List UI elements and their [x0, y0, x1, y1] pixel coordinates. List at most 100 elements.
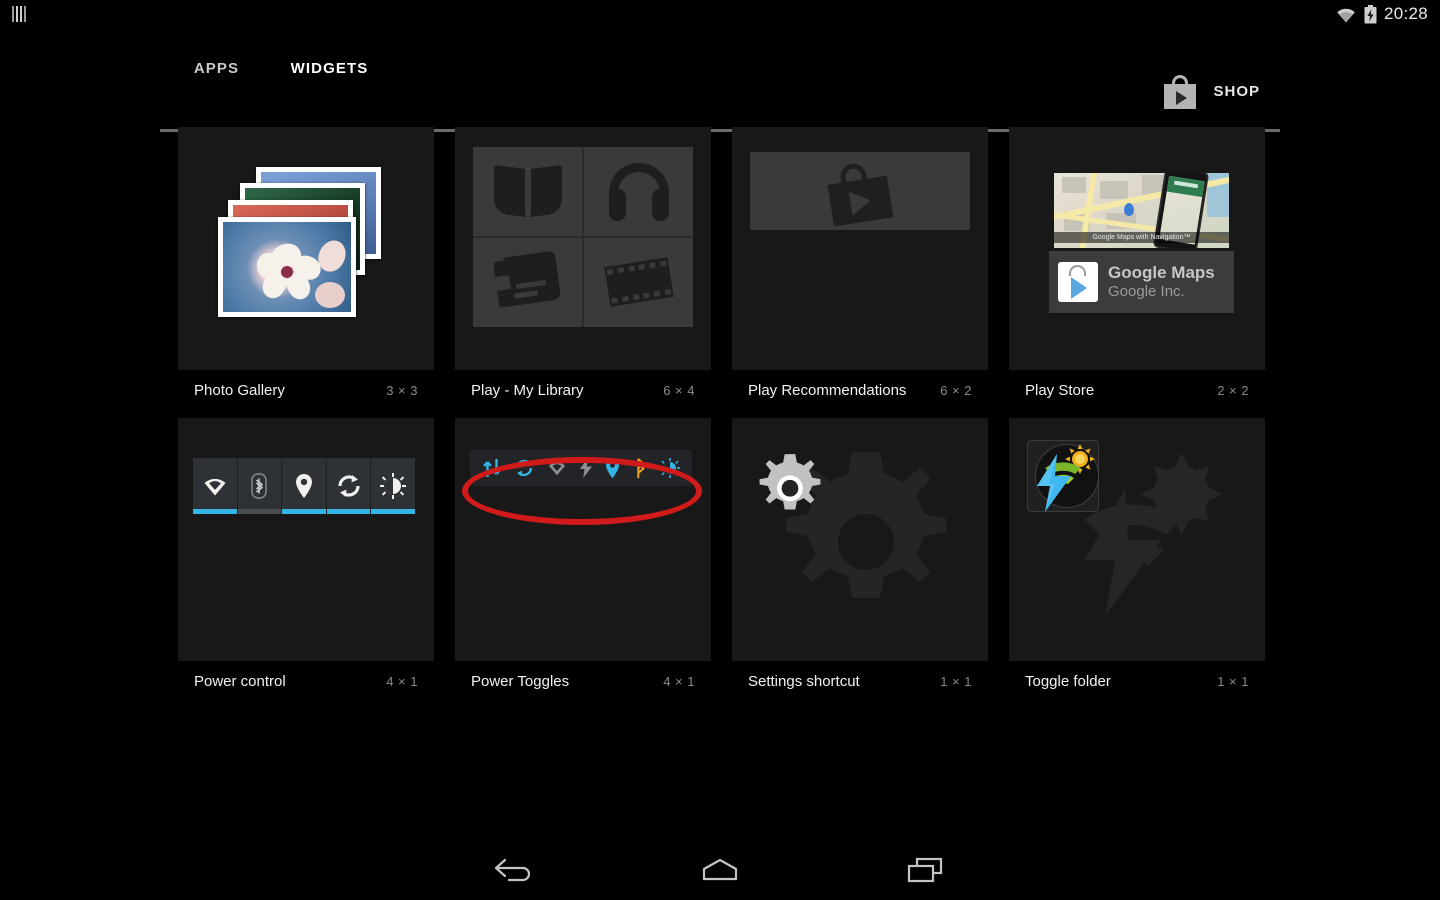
brightness-icon[interactable] — [659, 458, 680, 478]
app-developer: Google Inc. — [1108, 282, 1185, 300]
toggle-brightness[interactable] — [371, 458, 415, 514]
widget-size: 6 × 2 — [940, 383, 972, 398]
widget-caption: Power Toggles 4 × 1 — [455, 661, 711, 690]
home-icon — [702, 858, 738, 881]
widget-cell-power-toggles[interactable]: Power Toggles 4 × 1 — [455, 418, 711, 690]
play-store-bag-icon — [1058, 262, 1098, 302]
wifi-icon — [1337, 8, 1355, 22]
nav-recents-button[interactable] — [895, 848, 955, 892]
widget-caption: Toggle folder 1 × 1 — [1009, 661, 1265, 690]
widget-row: Photo Gallery 3 × 3 Play - My Library 6 … — [178, 127, 1265, 399]
widget-name: Settings shortcut — [748, 673, 860, 690]
lightning-bolt-icon — [1037, 454, 1071, 512]
toggle-state-bar — [371, 509, 415, 514]
widget-preview-play-recommendations[interactable] — [732, 127, 988, 370]
widget-caption: Play Store 2 × 2 — [1009, 370, 1265, 399]
sync-icon — [337, 475, 360, 497]
widget-preview-play-store[interactable]: Google Maps with Navigation™ Google Maps… — [1009, 127, 1265, 370]
widget-cell-settings-shortcut[interactable]: Settings shortcut 1 × 1 — [732, 418, 988, 690]
magazines-quadrant — [473, 238, 582, 327]
widget-name: Photo Gallery — [194, 382, 285, 399]
play-store-card-preview: Google Maps with Navigation™ Google Maps… — [1049, 173, 1234, 313]
widget-picker-screen: 20:28 APPS WIDGETS SHOP Photo Gallery 3 … — [0, 0, 1440, 900]
widget-cell-toggle-folder[interactable]: Toggle folder 1 × 1 — [1009, 418, 1265, 690]
status-bar: 20:28 — [0, 0, 1440, 28]
widget-size: 1 × 1 — [1217, 674, 1249, 689]
brightness-icon — [380, 473, 407, 499]
status-bar-right: 20:28 — [1335, 0, 1428, 28]
widget-size: 3 × 3 — [386, 383, 418, 398]
maps-screenshot: Google Maps with Navigation™ — [1054, 173, 1229, 248]
bluetooth-icon[interactable] — [633, 457, 648, 479]
photo-stack-icon — [218, 167, 398, 317]
nav-back-button[interactable] — [485, 848, 545, 892]
app-card-text: Google Maps Google Inc. — [1108, 263, 1215, 301]
play-store-bag-icon — [1161, 72, 1199, 110]
toggle-location[interactable] — [282, 458, 327, 514]
mobile-data-icon[interactable] — [482, 458, 502, 478]
widget-grid: Photo Gallery 3 × 3 Play - My Library 6 … — [178, 127, 1265, 709]
widget-name: Power Toggles — [471, 673, 570, 690]
app-card: Google Maps Google Inc. — [1049, 251, 1234, 313]
location-icon[interactable] — [605, 458, 620, 479]
wifi-icon — [204, 478, 226, 496]
widget-size: 2 × 2 — [1217, 383, 1249, 398]
music-quadrant — [584, 147, 693, 236]
toggle-state-bar — [237, 509, 282, 514]
tab-widgets[interactable]: WIDGETS — [273, 44, 386, 97]
widget-caption: Photo Gallery 3 × 3 — [178, 370, 434, 399]
toggle-state-bar — [193, 509, 237, 514]
widget-name: Power control — [194, 673, 286, 690]
navigation-bar — [0, 838, 1440, 900]
widget-preview-play-my-library[interactable] — [455, 127, 711, 370]
tab-apps[interactable]: APPS — [160, 44, 273, 97]
movies-quadrant — [584, 238, 693, 327]
headphones-icon — [603, 159, 675, 225]
film-strip-icon — [603, 250, 675, 316]
books-quadrant — [473, 147, 582, 236]
flash-icon[interactable] — [579, 458, 593, 478]
widget-preview-power-control[interactable] — [178, 418, 434, 661]
toggle-sync[interactable] — [326, 458, 372, 514]
toggle-bluetooth[interactable] — [237, 458, 283, 514]
widget-caption: Play Recommendations 6 × 2 — [732, 370, 988, 399]
recents-icon — [907, 857, 943, 883]
toggle-wifi[interactable] — [193, 458, 238, 514]
book-icon — [492, 159, 564, 225]
widget-name: Play Recommendations — [748, 382, 907, 399]
header: APPS WIDGETS SHOP — [0, 28, 1440, 132]
widget-name: Play Store — [1025, 382, 1095, 399]
play-library-quad-icon — [473, 147, 693, 327]
widget-cell-play-recommendations[interactable]: Play Recommendations 6 × 2 — [732, 127, 988, 399]
widget-cell-power-control[interactable]: Power control 4 × 1 — [178, 418, 434, 690]
widget-size: 6 × 4 — [663, 383, 695, 398]
toggle-state-bar — [326, 509, 371, 514]
map-pin-icon — [1124, 203, 1134, 216]
widget-preview-photo-gallery[interactable] — [178, 127, 434, 370]
widget-preview-power-toggles[interactable] — [455, 418, 711, 661]
sync-icon[interactable] — [514, 458, 534, 478]
shop-button[interactable]: SHOP — [1161, 72, 1260, 110]
notification-bars-icon — [12, 4, 30, 24]
wifi-icon[interactable] — [547, 460, 567, 476]
widget-size: 4 × 1 — [386, 674, 418, 689]
widget-preview-settings-shortcut[interactable] — [732, 418, 988, 661]
nav-home-button[interactable] — [690, 848, 750, 892]
status-bar-clock: 20:28 — [1383, 4, 1428, 23]
widget-cell-photo-gallery[interactable]: Photo Gallery 3 × 3 — [178, 127, 434, 399]
back-arrow-icon — [494, 858, 531, 882]
widget-row: Power control 4 × 1 Power Toggles 4 × 1 … — [178, 418, 1265, 690]
widget-cell-play-my-library[interactable]: Play - My Library 6 × 4 — [455, 127, 711, 399]
play-store-bag-icon — [823, 158, 897, 227]
power-control-bar — [193, 458, 415, 514]
widget-caption: Power control 4 × 1 — [178, 661, 434, 690]
battery-charging-icon — [1364, 4, 1377, 23]
shop-label: SHOP — [1213, 82, 1260, 100]
widget-preview-toggle-folder[interactable] — [1009, 418, 1265, 661]
widget-caption: Settings shortcut 1 × 1 — [732, 661, 988, 690]
widget-name: Play - My Library — [471, 382, 584, 399]
app-title: Google Maps — [1108, 263, 1215, 283]
widget-size: 4 × 1 — [663, 674, 695, 689]
widget-cell-play-store[interactable]: Google Maps with Navigation™ Google Maps… — [1009, 127, 1265, 399]
screenshot-caption: Google Maps with Navigation™ — [1054, 232, 1229, 243]
